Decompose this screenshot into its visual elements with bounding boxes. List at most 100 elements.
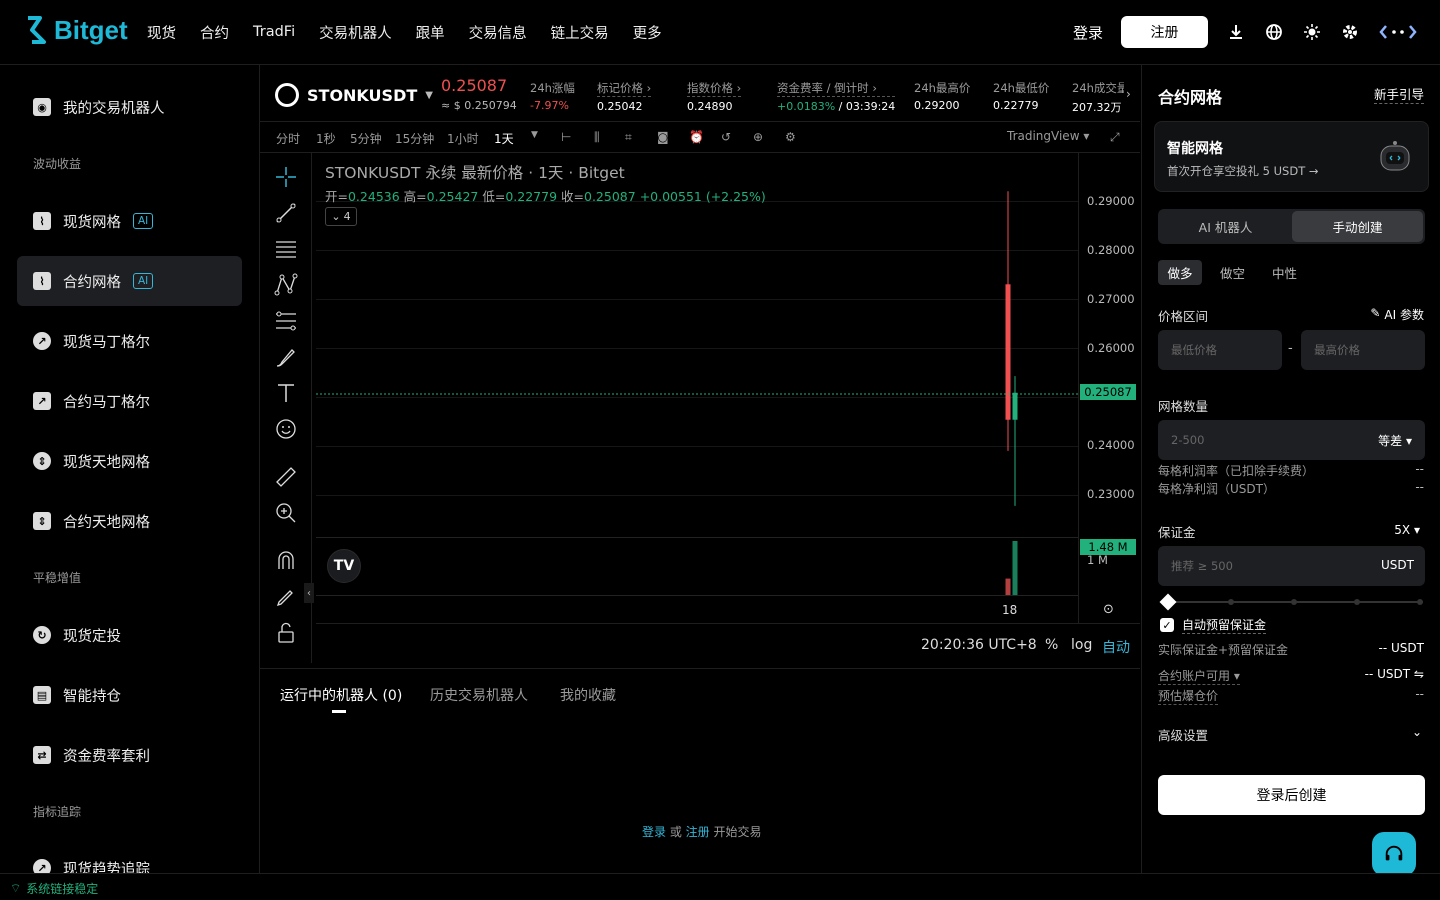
timeframe-5m[interactable]: 5分钟 bbox=[350, 130, 382, 147]
martingale-icon: ↗ bbox=[33, 332, 51, 350]
nav-trading-bots[interactable]: 交易机器人 bbox=[319, 22, 392, 43]
login-link[interactable]: 登录 bbox=[1073, 22, 1103, 43]
tab-running-bots[interactable]: 运行中的机器人 (0) bbox=[280, 685, 402, 705]
chevron-down-icon[interactable]: ▼ bbox=[531, 130, 545, 144]
sidebar-item-futures-infinity-grid[interactable]: ⇕ 合约天地网格 bbox=[17, 496, 242, 546]
beginner-guide-link[interactable]: 新手引导 bbox=[1373, 84, 1424, 104]
direction-neutral[interactable]: 中性 bbox=[1272, 260, 1297, 285]
timeframe-line[interactable]: 分时 bbox=[276, 130, 300, 147]
min-price-input[interactable]: 最低价格 bbox=[1158, 330, 1282, 370]
collapse-toolbar-icon[interactable]: ‹ bbox=[304, 583, 314, 603]
emoji-icon[interactable] bbox=[274, 417, 298, 441]
gear-icon[interactable] bbox=[1340, 22, 1360, 42]
candle-type-icon[interactable]: ⫼ bbox=[594, 130, 608, 144]
fullscreen-icon[interactable]: ⤢ bbox=[1110, 130, 1124, 144]
login-to-create-button[interactable]: 登录后创建 bbox=[1158, 775, 1425, 815]
trendline-icon[interactable] bbox=[274, 201, 298, 225]
available-label[interactable]: 合约账户可用 ▾ bbox=[1158, 667, 1240, 685]
timeframe-1d[interactable]: 1天 bbox=[494, 130, 514, 147]
price-axis[interactable]: 0.29000 0.28000 0.27000 0.26000 0.24000 … bbox=[1078, 153, 1140, 623]
mode-ai-bot[interactable]: AI 机器人 bbox=[1160, 211, 1291, 242]
sidebar-item-spot-trend[interactable]: ↗ 现货趋势追踪 bbox=[17, 843, 242, 873]
bitget-logo[interactable]: Bitget bbox=[24, 14, 128, 46]
stat-funding-rate[interactable]: 资金费率 / 倒计时 › +0.0183% / 03:39:24 bbox=[777, 80, 896, 113]
unlock-icon[interactable] bbox=[274, 621, 298, 645]
available-value[interactable]: -- USDT ⇋ bbox=[1365, 667, 1424, 681]
text-icon[interactable] bbox=[274, 381, 298, 405]
leverage-select[interactable]: 5X ▾ bbox=[1394, 523, 1420, 537]
stat-index-price[interactable]: 指数价格 › 0.24890 bbox=[687, 80, 742, 113]
register-link[interactable]: 注册 bbox=[686, 825, 710, 839]
tradingview-switch[interactable]: TradingView ▾ bbox=[1007, 129, 1089, 143]
timeframe-1h[interactable]: 1小时 bbox=[447, 130, 479, 147]
horizontal-lines-icon[interactable] bbox=[274, 237, 298, 261]
grid-type-select[interactable]: 等差 ▾ bbox=[1378, 432, 1412, 449]
camera-icon[interactable]: ◙ bbox=[657, 130, 671, 144]
sidebar-item-futures-grid[interactable]: ⌇ 合约网格 AI bbox=[17, 256, 242, 306]
replay-icon[interactable]: ↺ bbox=[721, 130, 735, 144]
percent-scale-toggle[interactable]: % bbox=[1045, 637, 1058, 653]
indicators-icon[interactable]: ⌗ bbox=[625, 130, 639, 144]
stat-mark-price[interactable]: 标记价格 › 0.25042 bbox=[597, 80, 652, 113]
nav-onchain[interactable]: 链上交易 bbox=[551, 22, 609, 43]
margin-slider[interactable] bbox=[1159, 593, 1423, 611]
timeframe-1s[interactable]: 1秒 bbox=[316, 130, 336, 147]
support-headset-icon[interactable] bbox=[1372, 832, 1416, 876]
zoom-in-icon[interactable] bbox=[274, 501, 298, 525]
sidebar-item-label: 现货定投 bbox=[63, 628, 121, 645]
symbol-selector[interactable]: STONKUSDT ▼ bbox=[275, 83, 433, 107]
sidebar-item-futures-martingale[interactable]: ↗ 合约马丁格尔 bbox=[17, 376, 242, 426]
log-scale-toggle[interactable]: log bbox=[1071, 637, 1092, 653]
login-link[interactable]: 登录 bbox=[642, 825, 666, 839]
register-button[interactable]: 注册 bbox=[1121, 16, 1208, 48]
lock-drawing-icon[interactable] bbox=[274, 585, 298, 609]
tradingview-logo[interactable]: TV bbox=[327, 549, 361, 583]
direction-short[interactable]: 做空 bbox=[1220, 260, 1245, 285]
sidebar-item-spot-dca[interactable]: ↻ 现货定投 bbox=[17, 610, 242, 660]
slider-knob[interactable] bbox=[1159, 593, 1177, 611]
alarm-icon[interactable]: ⏰ bbox=[689, 130, 704, 144]
brush-icon[interactable] bbox=[274, 345, 298, 369]
sidebar-item-spot-grid[interactable]: ⌇ 现货网格 AI bbox=[17, 196, 242, 246]
tab-history-bots[interactable]: 历史交易机器人 bbox=[430, 685, 528, 705]
bitget-ai-icon[interactable] bbox=[1378, 22, 1418, 42]
pattern-icon[interactable] bbox=[274, 273, 298, 297]
sidebar-item-my-bots[interactable]: ◉ 我的交易机器人 bbox=[17, 82, 242, 132]
max-price-input[interactable]: 最高价格 bbox=[1301, 330, 1425, 370]
sidebar-item-smart-portfolio[interactable]: ▤ 智能持仓 bbox=[17, 670, 242, 720]
nav-futures[interactable]: 合约 bbox=[200, 22, 229, 43]
advanced-settings[interactable]: 高级设置 bbox=[1158, 725, 1208, 744]
theme-sun-icon[interactable] bbox=[1302, 22, 1322, 42]
mode-manual[interactable]: 手动创建 bbox=[1292, 211, 1423, 242]
nav-tradfi[interactable]: TradFi bbox=[253, 24, 295, 40]
settings-icon[interactable]: ⚙ bbox=[785, 130, 799, 144]
add-icon[interactable]: ⊕ bbox=[753, 130, 767, 144]
tab-favorites[interactable]: 我的收藏 bbox=[560, 685, 616, 705]
indicators-toggle[interactable]: ⌄ 4 bbox=[325, 207, 357, 226]
range-icon[interactable]: ⊢ bbox=[561, 130, 575, 144]
nav-more[interactable]: 更多 bbox=[633, 22, 662, 43]
fib-icon[interactable] bbox=[274, 309, 298, 333]
sidebar-item-funding-arbitrage[interactable]: ⇄ 资金费率套利 bbox=[17, 730, 242, 780]
sidebar-item-spot-martingale[interactable]: ↗ 现货马丁格尔 bbox=[17, 316, 242, 366]
globe-icon[interactable] bbox=[1264, 22, 1284, 42]
last-price-usd: ≈ $ 0.250794 bbox=[441, 99, 517, 112]
ruler-icon[interactable] bbox=[274, 465, 298, 489]
chevron-right-icon[interactable]: › bbox=[1126, 87, 1131, 101]
chevron-down-icon[interactable]: ⌄ bbox=[1412, 725, 1422, 739]
magnet-icon[interactable] bbox=[274, 549, 298, 573]
timeframe-15m[interactable]: 15分钟 bbox=[395, 130, 434, 147]
auto-reserve-checkbox[interactable]: ✓ bbox=[1160, 618, 1174, 632]
auto-scale-toggle[interactable]: 自动 bbox=[1102, 637, 1130, 657]
direction-long[interactable]: 做多 bbox=[1158, 260, 1202, 285]
sidebar-item-spot-infinity-grid[interactable]: ⇕ 现货天地网格 bbox=[17, 436, 242, 486]
nav-spot[interactable]: 现货 bbox=[147, 22, 176, 43]
nav-trading-info[interactable]: 交易信息 bbox=[469, 22, 527, 43]
crosshair-icon[interactable] bbox=[274, 165, 298, 189]
download-icon[interactable] bbox=[1226, 22, 1246, 42]
nav-copy-trading[interactable]: 跟单 bbox=[416, 22, 445, 43]
price-chart[interactable]: STONKUSDT 永续 最新价格 · 1天 · Bitget 开=0.2453… bbox=[316, 153, 1140, 623]
chart-settings-icon[interactable]: ⊙ bbox=[1103, 602, 1114, 617]
ai-params-button[interactable]: ✎ AI 参数 bbox=[1370, 306, 1424, 323]
smart-grid-promo[interactable]: 智能网格 首次开仓享空投礼 5 USDT → bbox=[1154, 121, 1429, 192]
